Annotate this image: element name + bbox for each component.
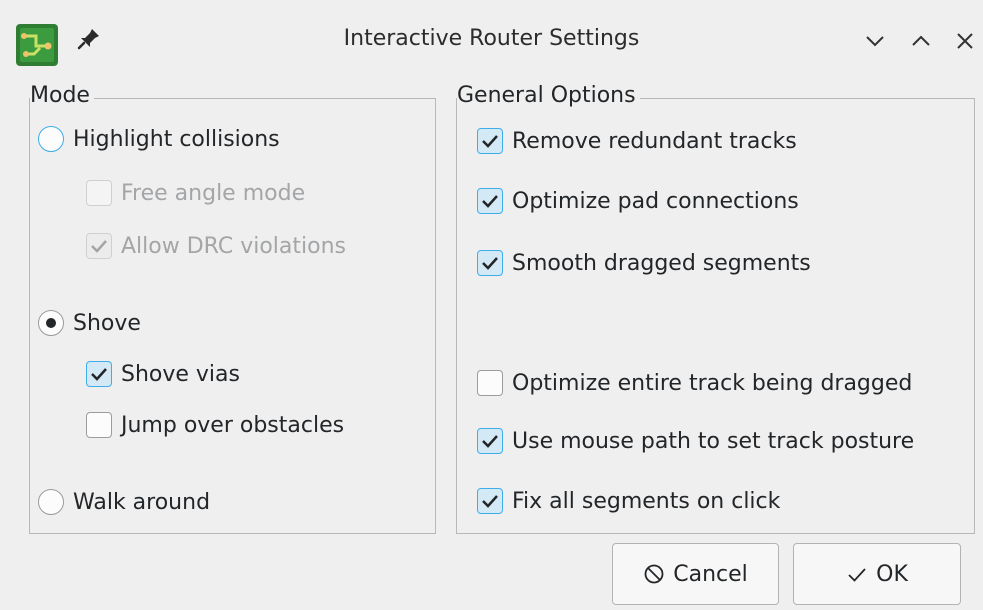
checkbox[interactable] bbox=[86, 412, 112, 438]
checkmark-icon bbox=[848, 568, 866, 582]
radio-button[interactable] bbox=[38, 126, 64, 152]
highlight-collisions-radio[interactable]: Highlight collisions bbox=[38, 126, 280, 152]
checkbox[interactable] bbox=[477, 488, 503, 514]
close-button[interactable] bbox=[952, 28, 978, 54]
minimize-icon bbox=[866, 36, 884, 47]
title-bar: Interactive Router Settings bbox=[0, 0, 983, 84]
checkmark-icon bbox=[482, 135, 498, 148]
shove-vias-checkbox[interactable]: Shove vias bbox=[86, 361, 240, 387]
allow-drc-violations-label: Allow DRC violations bbox=[121, 233, 346, 259]
shove-vias-label: Shove vias bbox=[121, 361, 240, 387]
ok-label: OK bbox=[876, 561, 908, 587]
allow-drc-violations-checkbox[interactable]: Allow DRC violations bbox=[86, 233, 346, 259]
cancel-icon bbox=[644, 564, 664, 584]
fix-all-segments-checkbox[interactable]: Fix all segments on click bbox=[477, 488, 780, 514]
jump-over-obstacles-label: Jump over obstacles bbox=[121, 412, 345, 438]
optimize-pad-connections-checkbox[interactable]: Optimize pad connections bbox=[477, 188, 799, 214]
optimize-pad-connections-label: Optimize pad connections bbox=[512, 188, 799, 214]
checkbox[interactable] bbox=[477, 188, 503, 214]
remove-redundant-tracks-checkbox[interactable]: Remove redundant tracks bbox=[477, 128, 797, 154]
checkbox[interactable] bbox=[477, 428, 503, 454]
walk-around-radio[interactable]: Walk around bbox=[38, 489, 210, 515]
fix-all-segments-label: Fix all segments on click bbox=[512, 488, 781, 514]
checkmark-icon bbox=[482, 495, 498, 508]
checkmark-icon bbox=[482, 195, 498, 208]
checkmark-icon bbox=[91, 368, 107, 381]
cancel-button[interactable]: Cancel bbox=[612, 543, 779, 605]
jump-over-obstacles-checkbox[interactable]: Jump over obstacles bbox=[86, 412, 344, 438]
free-angle-mode-label: Free angle mode bbox=[121, 180, 306, 206]
checkmark-icon bbox=[482, 435, 498, 448]
mode-group-label: Mode bbox=[30, 83, 94, 108]
general-options-group: General Options bbox=[456, 83, 975, 534]
optimize-entire-track-checkbox[interactable]: Optimize entire track being dragged bbox=[477, 370, 912, 396]
general-options-group-label: General Options bbox=[457, 83, 640, 108]
smooth-dragged-segments-checkbox[interactable]: Smooth dragged segments bbox=[477, 250, 811, 276]
maximize-button[interactable] bbox=[908, 28, 934, 54]
use-mouse-path-checkbox[interactable]: Use mouse path to set track posture bbox=[477, 428, 914, 454]
remove-redundant-tracks-label: Remove redundant tracks bbox=[512, 128, 797, 154]
radio-button[interactable] bbox=[38, 489, 64, 515]
checkbox[interactable] bbox=[477, 250, 503, 276]
checkbox[interactable] bbox=[477, 128, 503, 154]
checkbox[interactable] bbox=[86, 180, 112, 206]
use-mouse-path-label: Use mouse path to set track posture bbox=[512, 428, 915, 454]
ok-button[interactable]: OK bbox=[793, 543, 961, 605]
close-icon bbox=[957, 33, 973, 49]
checkbox[interactable] bbox=[477, 370, 503, 396]
checkbox[interactable] bbox=[86, 361, 112, 387]
optimize-entire-track-label: Optimize entire track being dragged bbox=[512, 370, 913, 396]
minimize-button[interactable] bbox=[862, 28, 888, 54]
window-title: Interactive Router Settings bbox=[343, 26, 640, 51]
free-angle-mode-checkbox[interactable]: Free angle mode bbox=[86, 180, 305, 206]
radio-button[interactable] bbox=[38, 310, 64, 336]
maximize-icon bbox=[912, 35, 930, 46]
checkmark-icon bbox=[482, 257, 498, 270]
smooth-dragged-segments-label: Smooth dragged segments bbox=[512, 250, 811, 276]
shove-label: Shove bbox=[73, 310, 141, 336]
checkbox[interactable] bbox=[86, 233, 112, 259]
highlight-collisions-label: Highlight collisions bbox=[73, 126, 280, 152]
shove-radio[interactable]: Shove bbox=[38, 310, 141, 336]
cancel-label: Cancel bbox=[673, 561, 748, 587]
walk-around-label: Walk around bbox=[73, 489, 211, 515]
checkmark-icon bbox=[91, 240, 107, 253]
